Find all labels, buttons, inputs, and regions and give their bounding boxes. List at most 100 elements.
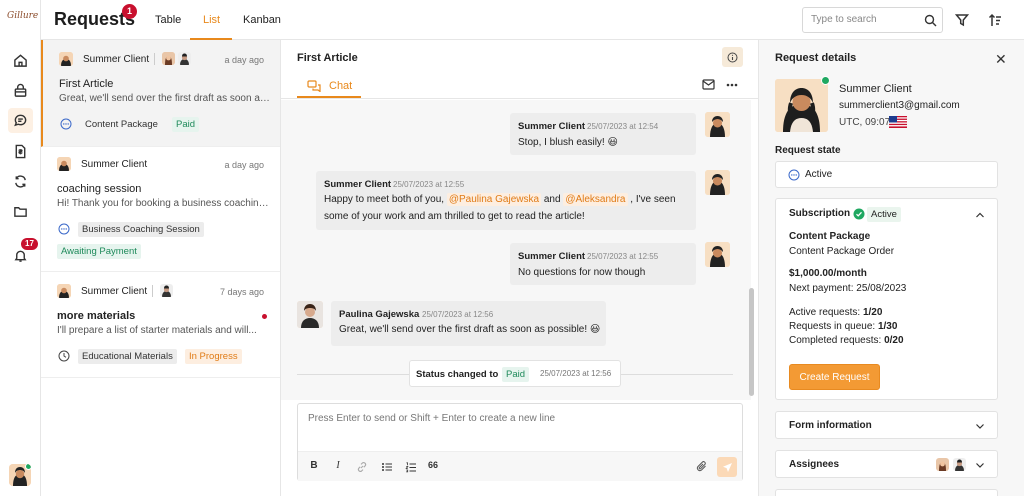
form-information-label: Form information xyxy=(789,420,872,431)
search-input[interactable] xyxy=(811,14,921,25)
assignee-avatar xyxy=(160,284,173,297)
state-active-icon xyxy=(58,223,70,235)
message-avatar xyxy=(705,242,730,267)
top-bar: Requests 1 Table List Kanban xyxy=(41,0,1024,40)
filter-icon[interactable] xyxy=(954,12,970,28)
notifications-count-badge: 17 xyxy=(21,238,38,250)
divider xyxy=(281,98,759,99)
requests-count-badge: 1 xyxy=(122,4,137,19)
message-text-part: , I've seen xyxy=(630,194,676,205)
create-request-button[interactable]: Create Request xyxy=(789,364,880,390)
in-queue-label: Requests in queue: xyxy=(789,321,876,332)
more-options-icon[interactable] xyxy=(726,83,738,87)
status-badge: In Progress xyxy=(185,349,242,364)
lock-bag-icon[interactable] xyxy=(8,78,33,103)
chevron-up-icon[interactable] xyxy=(975,210,985,220)
italic-button[interactable]: I xyxy=(331,460,345,471)
next-payment-label: Next payment: xyxy=(789,283,854,294)
divider xyxy=(152,285,153,297)
request-card[interactable]: Summer Client 7 days ago more materials … xyxy=(41,272,280,378)
subscription-price: $1,000.00/month xyxy=(789,268,867,279)
next-payment-row: Next payment: 25/08/2023 xyxy=(789,283,906,294)
request-card[interactable]: Summer Client a day ago First Article Gr… xyxy=(41,40,280,147)
request-title: First Article xyxy=(59,78,114,90)
in-queue-value: 1/30 xyxy=(877,321,898,332)
message-composer: B I 66 xyxy=(297,403,743,481)
chevron-down-icon xyxy=(976,424,984,429)
message-avatar xyxy=(705,170,730,195)
send-icon xyxy=(722,462,732,472)
quote-button[interactable]: 66 xyxy=(426,460,440,470)
client-name: Summer Client xyxy=(81,286,148,297)
message-time: 25/07/2023 at 12:55 xyxy=(393,180,465,189)
mail-icon[interactable] xyxy=(702,79,715,90)
client-email[interactable]: summerclient3@gmail.com xyxy=(839,100,960,111)
tab-chat[interactable]: Chat xyxy=(297,76,361,98)
brand-logo[interactable]: Gillure xyxy=(7,8,38,30)
send-button[interactable] xyxy=(717,457,737,477)
mention-tag[interactable]: @Aleksandra xyxy=(563,193,628,206)
subscription-package: Content Package xyxy=(789,231,871,242)
link-icon[interactable] xyxy=(356,461,368,473)
sync-icon[interactable] xyxy=(8,169,33,194)
tab-kanban[interactable]: Kanban xyxy=(243,14,281,26)
bold-button[interactable]: B xyxy=(307,460,321,471)
app-root: Gillure 17 Requests 1 Table List Kanban … xyxy=(0,0,1024,496)
divider xyxy=(154,53,155,65)
next-payment-value: 25/08/2023 xyxy=(856,283,907,294)
attachment-icon[interactable] xyxy=(696,460,708,473)
message-time: 25/07/2023 at 12:55 xyxy=(587,252,659,261)
invoice-icon[interactable] xyxy=(8,139,33,164)
state-active-icon xyxy=(60,118,72,130)
info-icon xyxy=(727,52,738,62)
brand-logo-text: Gillure xyxy=(7,11,39,21)
search-icon[interactable] xyxy=(924,14,937,27)
mention-tag[interactable]: @Paulina Gajewska xyxy=(446,193,542,206)
message-bubble: Summer Client 25/07/2023 at 12:54 Stop, … xyxy=(510,113,696,155)
client-avatar xyxy=(59,52,73,66)
close-icon[interactable]: ✕ xyxy=(995,52,1007,66)
requests-chat-icon[interactable] xyxy=(8,108,33,133)
in-queue-row: Requests in queue: 1/30 xyxy=(789,321,897,332)
sort-icon[interactable] xyxy=(987,12,1003,28)
request-title: more materials xyxy=(57,310,136,322)
completed-row: Completed requests: 0/20 xyxy=(789,335,904,346)
request-details-panel: Request details ✕ Summer Client summercl… xyxy=(759,40,1024,496)
numbered-list-icon[interactable] xyxy=(405,461,417,473)
request-state-select[interactable]: Active xyxy=(775,161,998,188)
state-active-icon xyxy=(788,169,800,181)
unread-dot xyxy=(262,314,267,319)
form-information-panel[interactable]: Form information xyxy=(775,411,998,439)
chat-scrollbar[interactable] xyxy=(749,288,754,396)
info-button[interactable] xyxy=(722,47,743,67)
message-time: 25/07/2023 at 12:54 xyxy=(587,122,659,131)
message-text-part: Happy to meet both of you, xyxy=(324,194,445,205)
message-area: Summer Client 25/07/2023 at 12:54 Stop, … xyxy=(281,100,754,400)
message-text-part: and xyxy=(543,194,561,205)
message-avatar xyxy=(297,301,323,328)
client-avatar xyxy=(57,284,71,298)
message-text: Stop, I blush easily! 😃 xyxy=(518,137,618,148)
active-requests-row: Active requests: 1/20 xyxy=(789,307,882,318)
request-time: a day ago xyxy=(224,55,264,65)
tab-list[interactable]: List xyxy=(203,14,220,26)
assignees-panel[interactable]: Assignees xyxy=(775,450,998,478)
message-text: Great, we'll send over the first draft a… xyxy=(339,324,601,335)
folder-icon[interactable] xyxy=(8,199,33,224)
assignees-label: Assignees xyxy=(789,459,840,470)
home-icon[interactable] xyxy=(8,48,33,73)
chevron-down-icon xyxy=(976,463,984,468)
bullet-list-icon[interactable] xyxy=(381,461,393,473)
message-author: Summer Client xyxy=(518,121,586,132)
request-card[interactable]: Summer Client a day ago coaching session… xyxy=(41,147,280,272)
message-avatar xyxy=(705,112,730,137)
tab-table[interactable]: Table xyxy=(155,14,181,26)
package-tag: Business Coaching Session xyxy=(78,222,204,237)
message-input[interactable] xyxy=(308,413,728,433)
active-requests-value: 1/20 xyxy=(862,307,883,318)
subscription-panel: Subscription Active Content Package Cont… xyxy=(775,198,998,400)
request-title: coaching session xyxy=(57,183,142,195)
message-author: Paulina Gajewska xyxy=(339,309,420,320)
check-circle-icon xyxy=(853,208,865,220)
current-user-avatar[interactable] xyxy=(9,464,31,486)
